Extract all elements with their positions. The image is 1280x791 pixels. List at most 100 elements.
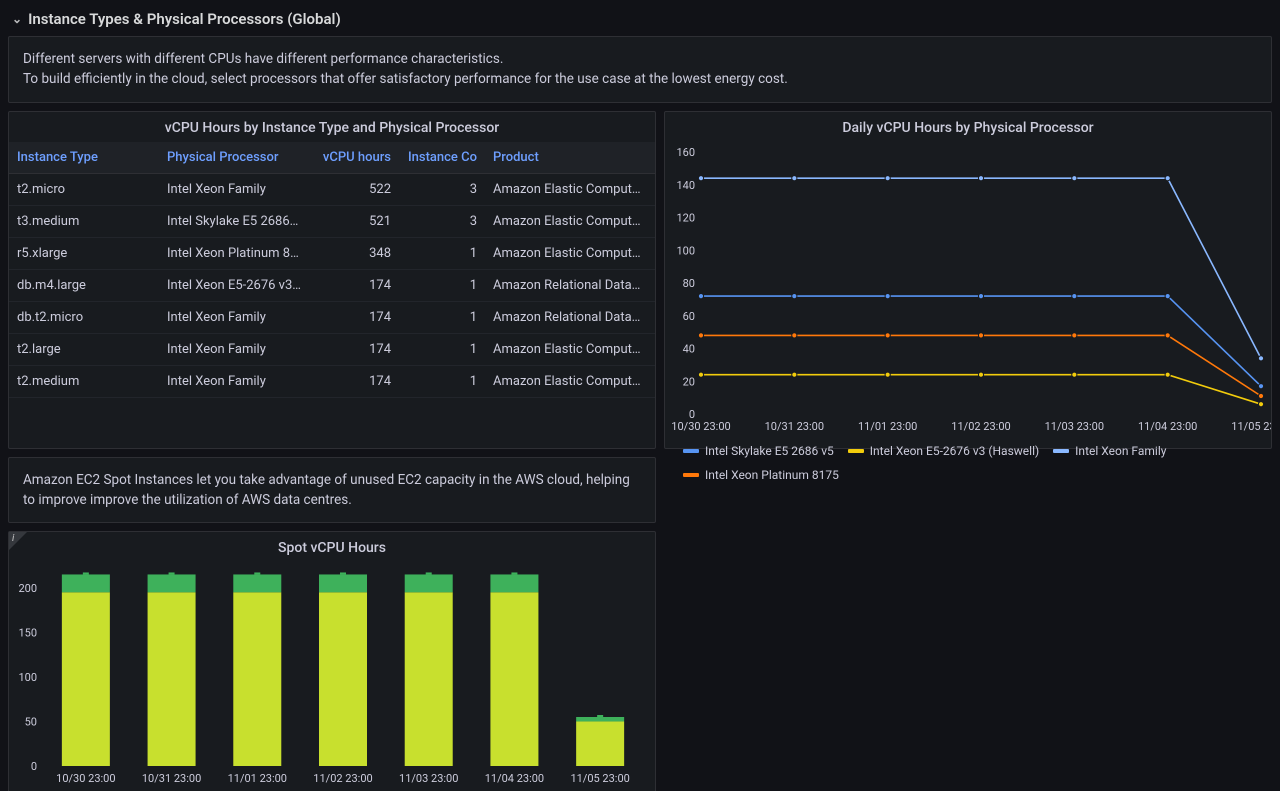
- table-cell: 174: [309, 301, 399, 333]
- table-cell: Intel Xeon E5-2676 v3 …: [159, 269, 309, 301]
- table-cell: t3.medium: [9, 205, 159, 237]
- line-chart[interactable]: 02040608010012014016010/30 23:0010/31 23…: [665, 142, 1271, 442]
- svg-text:11/02 23:00: 11/02 23:00: [951, 420, 1010, 433]
- col-physical-processor[interactable]: Physical Processor: [159, 142, 309, 174]
- svg-text:10/30 23:00: 10/30 23:00: [56, 772, 115, 785]
- svg-text:20: 20: [683, 375, 695, 388]
- svg-text:10/31 23:00: 10/31 23:00: [765, 420, 824, 433]
- svg-text:11/02 23:00: 11/02 23:00: [313, 772, 372, 785]
- table-cell: 174: [309, 365, 399, 397]
- svg-text:160: 160: [676, 146, 695, 159]
- svg-text:10/31 23:00: 10/31 23:00: [142, 772, 201, 785]
- svg-text:80: 80: [683, 277, 695, 290]
- table-cell: Intel Xeon Platinum 8…: [159, 237, 309, 269]
- svg-text:40: 40: [683, 342, 695, 355]
- table-cell: t2.large: [9, 333, 159, 365]
- legend-item[interactable]: Intel Xeon Family: [1053, 444, 1166, 458]
- legend-label: Intel Xeon E5-2676 v3 (Haswell): [870, 444, 1039, 458]
- section-header[interactable]: ⌄ Instance Types & Physical Processors (…: [8, 6, 1272, 36]
- svg-text:120: 120: [676, 211, 695, 224]
- col-product[interactable]: Product: [485, 142, 655, 174]
- legend-swatch: [1053, 449, 1069, 453]
- vcpu-table[interactable]: Instance Type Physical Processor vCPU ho…: [9, 142, 655, 398]
- table-cell: Amazon Elastic Compute…: [485, 237, 655, 269]
- table-cell: 521: [309, 205, 399, 237]
- spot-intro-panel: Amazon EC2 Spot Instances let you take a…: [8, 457, 656, 524]
- col-instance-count[interactable]: Instance Co: [399, 142, 485, 174]
- legend-item[interactable]: Intel Xeon E5-2676 v3 (Haswell): [848, 444, 1039, 458]
- table-cell: 174: [309, 333, 399, 365]
- svg-text:11/05 23:00: 11/05 23:00: [1231, 420, 1271, 433]
- legend-item[interactable]: Intel Skylake E5 2686 v5: [683, 444, 834, 458]
- line-chart-panel: Daily vCPU Hours by Physical Processor 0…: [664, 111, 1272, 449]
- table-cell: 1: [399, 269, 485, 301]
- legend-swatch: [848, 449, 864, 453]
- table-cell: 1: [399, 237, 485, 269]
- svg-text:100: 100: [18, 671, 37, 684]
- svg-text:11/03 23:00: 11/03 23:00: [399, 772, 458, 785]
- table-row[interactable]: db.m4.largeIntel Xeon E5-2676 v3 …1741Am…: [9, 269, 655, 301]
- table-row[interactable]: t2.largeIntel Xeon Family1741Amazon Elas…: [9, 333, 655, 365]
- table-cell: Intel Xeon Family: [159, 301, 309, 333]
- svg-text:200: 200: [18, 582, 37, 595]
- table-cell: Amazon Relational Datab…: [485, 301, 655, 333]
- svg-text:0: 0: [31, 760, 37, 773]
- table-cell: 3: [399, 205, 485, 237]
- table-row[interactable]: db.t2.microIntel Xeon Family1741Amazon R…: [9, 301, 655, 333]
- table-cell: Intel Xeon Family: [159, 333, 309, 365]
- spot-bar-chart[interactable]: 05010015020010/30 23:0010/31 23:0011/01 …: [9, 562, 655, 791]
- table-cell: Amazon Relational Datab…: [485, 269, 655, 301]
- table-cell: Intel Skylake E5 2686 …: [159, 205, 309, 237]
- table-row[interactable]: t3.mediumIntel Skylake E5 2686 …5213Amaz…: [9, 205, 655, 237]
- svg-text:60: 60: [683, 309, 695, 322]
- table-cell: Amazon Elastic Compute…: [485, 333, 655, 365]
- table-row[interactable]: r5.xlargeIntel Xeon Platinum 8…3481Amazo…: [9, 237, 655, 269]
- table-cell: Intel Xeon Family: [159, 173, 309, 205]
- col-instance-type[interactable]: Instance Type: [9, 142, 159, 174]
- legend-item[interactable]: Intel Xeon Platinum 8175: [683, 468, 839, 482]
- table-row[interactable]: t2.microIntel Xeon Family5223Amazon Elas…: [9, 173, 655, 205]
- svg-text:11/01 23:00: 11/01 23:00: [228, 772, 287, 785]
- bar-chart-title: Spot vCPU Hours: [9, 532, 655, 562]
- table-cell: db.t2.micro: [9, 301, 159, 333]
- svg-text:11/03 23:00: 11/03 23:00: [1045, 420, 1104, 433]
- legend-label: Intel Xeon Platinum 8175: [705, 468, 839, 482]
- line-chart-title: Daily vCPU Hours by Physical Processor: [665, 112, 1271, 142]
- table-cell: Amazon Elastic Compute…: [485, 205, 655, 237]
- table-cell: Amazon Elastic Compute…: [485, 173, 655, 205]
- svg-text:100: 100: [676, 244, 695, 257]
- table-cell: t2.micro: [9, 173, 159, 205]
- table-cell: Amazon Elastic Compute…: [485, 365, 655, 397]
- table-cell: 522: [309, 173, 399, 205]
- table-cell: Intel Xeon Family: [159, 365, 309, 397]
- legend-label: Intel Skylake E5 2686 v5: [705, 444, 834, 458]
- table-row[interactable]: t2.mediumIntel Xeon Family1741Amazon Ela…: [9, 365, 655, 397]
- svg-text:150: 150: [18, 626, 37, 639]
- line-chart-legend: Intel Skylake E5 2686 v5 Intel Xeon E5-26…: [665, 442, 1271, 490]
- legend-swatch: [683, 473, 699, 477]
- panel-info-icon[interactable]: [9, 532, 27, 550]
- table-cell: t2.medium: [9, 365, 159, 397]
- table-title: vCPU Hours by Instance Type and Physical…: [9, 112, 655, 142]
- spot-intro-text: Amazon EC2 Spot Instances let you take a…: [23, 472, 630, 508]
- intro-line-2: To build efficiently in the cloud, selec…: [23, 69, 1257, 89]
- table-cell: db.m4.large: [9, 269, 159, 301]
- col-vcpu-hours[interactable]: vCPU hours: [309, 142, 399, 174]
- table-cell: 1: [399, 301, 485, 333]
- chevron-down-icon: ⌄: [12, 12, 22, 26]
- svg-text:140: 140: [676, 178, 695, 191]
- svg-text:11/01 23:00: 11/01 23:00: [858, 420, 917, 433]
- table-cell: 3: [399, 173, 485, 205]
- vcpu-table-panel: vCPU Hours by Instance Type and Physical…: [8, 111, 656, 449]
- intro-panel: Different servers with different CPUs ha…: [8, 36, 1272, 103]
- table-cell: 1: [399, 333, 485, 365]
- table-cell: r5.xlarge: [9, 237, 159, 269]
- svg-text:11/04 23:00: 11/04 23:00: [485, 772, 544, 785]
- table-cell: 174: [309, 269, 399, 301]
- svg-text:11/04 23:00: 11/04 23:00: [1138, 420, 1197, 433]
- svg-text:10/30 23:00: 10/30 23:00: [671, 420, 730, 433]
- table-cell: 1: [399, 365, 485, 397]
- spot-bar-chart-panel: Spot vCPU Hours 05010015020010/30 23:001…: [8, 531, 656, 791]
- svg-text:11/05 23:00: 11/05 23:00: [570, 772, 629, 785]
- table-cell: 348: [309, 237, 399, 269]
